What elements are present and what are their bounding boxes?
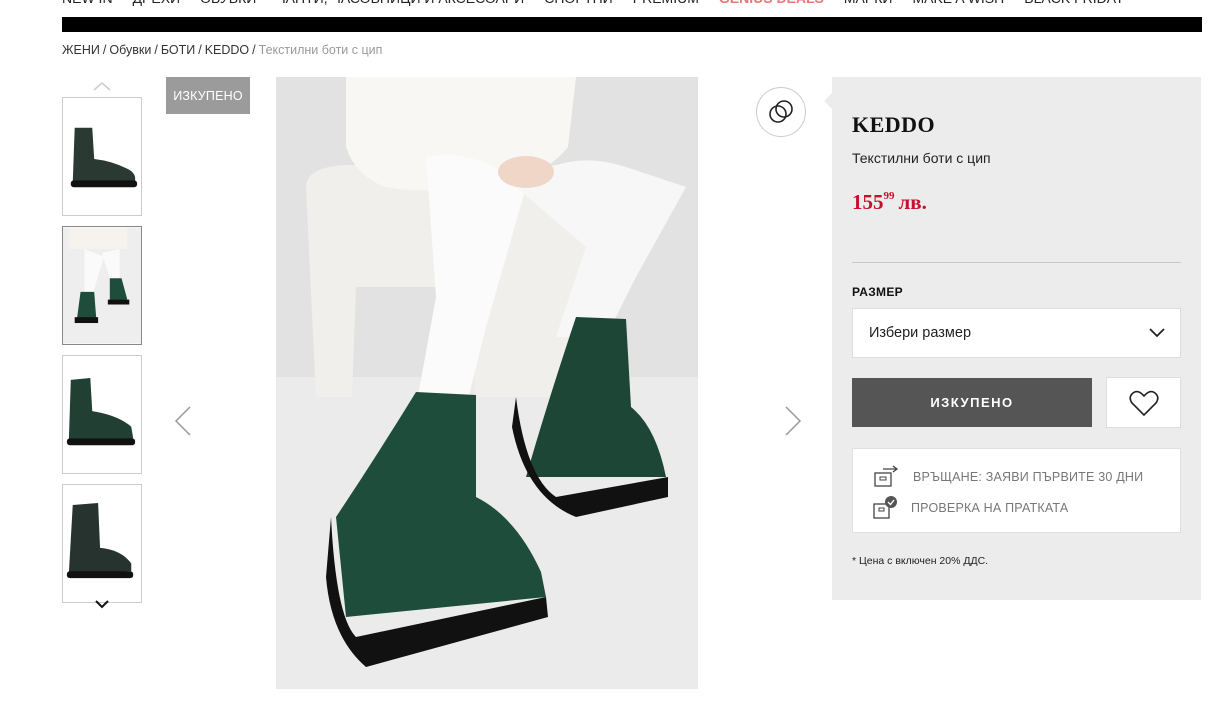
- product-name: Текстилни боти с цип: [852, 150, 991, 166]
- price-cents: 99: [883, 190, 895, 202]
- nav-item-shoes[interactable]: ОБУВКИ: [200, 0, 256, 12]
- size-label: РАЗМЕР: [852, 285, 903, 299]
- vat-note: * Цена с включен 20% ДДС.: [852, 555, 989, 567]
- gallery-previous-arrow-icon[interactable]: [172, 405, 194, 437]
- breadcrumb-women[interactable]: ЖЕНИ: [62, 43, 100, 57]
- panel-divider: [852, 262, 1181, 263]
- nav-item-black-friday[interactable]: BLACK FRIDAY: [1024, 0, 1124, 12]
- wishlist-button[interactable]: [1106, 377, 1181, 428]
- breadcrumb-current: Текстилни боти с цип: [258, 43, 383, 57]
- size-dropdown[interactable]: Избери размер: [852, 308, 1181, 358]
- boot-back-thumbnail-image: [63, 485, 141, 602]
- panel-pointer: [824, 93, 832, 109]
- return-box-icon: [874, 465, 899, 487]
- top-navigation: NEW IN ДРЕХИ ОБУВКИ ЧАНТИ, ЧАСОВНИЦИ И А…: [0, 0, 1223, 12]
- package-check-icon: [873, 496, 897, 519]
- thumbnail-1[interactable]: [62, 97, 142, 216]
- model-wearing-boots-thumbnail-image: [63, 227, 141, 344]
- nav-item-premium[interactable]: PREMIUM: [633, 0, 699, 12]
- price-currency: лв.: [898, 190, 927, 214]
- size-dropdown-value: Избери размер: [869, 325, 972, 341]
- breadcrumb: ЖЕНИ / Обувки / БОТИ / KEDDO / Текстилни боти с …: [62, 43, 383, 57]
- promo-banner-bar[interactable]: [62, 17, 1202, 32]
- chevron-up-icon[interactable]: [92, 80, 112, 92]
- thumbnail-3[interactable]: [62, 355, 142, 474]
- nav-item-make-a-wish[interactable]: MAKE A WISH: [912, 0, 1004, 12]
- nav-item-genius-deals[interactable]: GENIUS DEALS: [719, 0, 824, 12]
- boot-side-thumbnail-image: [63, 98, 141, 215]
- returns-info[interactable]: ВРЪЩАНЕ: ЗАЯВИ ПЪРВИТЕ 30 ДНИ: [871, 465, 1143, 489]
- model-wearing-green-boots-image: [276, 77, 698, 689]
- chevron-down-icon[interactable]: [92, 598, 112, 610]
- nav-item-sport[interactable]: СПОРТНИ: [544, 0, 613, 12]
- delivery-info-box: ВРЪЩАНЕ: ЗАЯВИ ПЪРВИТЕ 30 ДНИ ПРОВЕРКА Н…: [852, 448, 1181, 533]
- gallery-next-arrow-icon[interactable]: [782, 405, 804, 437]
- chevron-down-icon: [1149, 328, 1165, 338]
- package-check-info[interactable]: ПРОВЕРКА НА ПРАТКАТА: [871, 495, 1068, 521]
- main-product-image[interactable]: [276, 77, 698, 689]
- nav-item-brands[interactable]: МАРКИ: [844, 0, 893, 12]
- package-check-text: ПРОВЕРКА НА ПРАТКАТА: [911, 501, 1069, 515]
- sold-out-button[interactable]: ИЗКУПЕНО: [852, 378, 1092, 427]
- breadcrumb-keddo[interactable]: KEDDO: [205, 43, 249, 57]
- thumbnail-4[interactable]: [62, 484, 142, 603]
- compare-button[interactable]: [756, 87, 806, 137]
- thumbnail-2[interactable]: [62, 226, 142, 345]
- breadcrumb-boots[interactable]: БОТИ: [161, 43, 195, 57]
- returns-text: ВРЪЩАНЕ: ЗАЯВИ ПЪРВИТЕ 30 ДНИ: [913, 470, 1144, 484]
- sold-out-badge: ИЗКУПЕНО: [166, 77, 250, 114]
- product-info-panel: KEDDO Текстилни боти с цип 15599 лв. РАЗМ…: [832, 77, 1201, 600]
- product-brand[interactable]: KEDDO: [852, 112, 935, 138]
- price-main: 155: [852, 190, 884, 214]
- heart-icon: [1128, 390, 1159, 416]
- nav-item-clothes[interactable]: ДРЕХИ: [133, 0, 181, 12]
- nav-item-bags[interactable]: ЧАНТИ, ЧАСОВНИЦИ И АКСЕСОАРИ: [276, 0, 524, 12]
- product-price: 15599 лв.: [852, 190, 927, 215]
- compare-rings-icon: [769, 100, 793, 123]
- breadcrumb-shoes[interactable]: Обувки: [109, 43, 151, 57]
- boot-front-thumbnail-image: [63, 356, 141, 473]
- nav-item-new-in[interactable]: NEW IN: [62, 0, 113, 12]
